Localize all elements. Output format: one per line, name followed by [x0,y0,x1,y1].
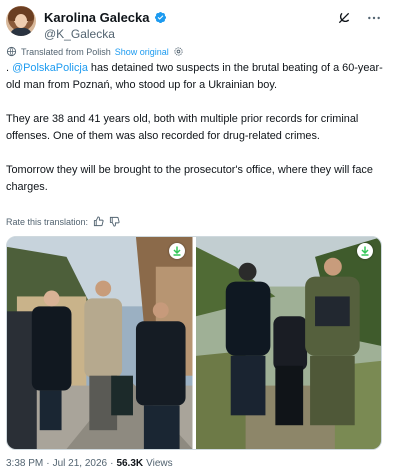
meta-separator: · [46,458,50,469]
tweet-meta: 3:38 PM · Jul 21, 2026 · 56.3K Views [6,458,173,469]
avatar[interactable] [6,6,36,36]
author-name-row[interactable]: Karolina Galecka [44,10,167,25]
views-count: 56.3K [116,458,144,469]
mention-link[interactable]: @PolskaPolicja [12,62,88,74]
translation-notice: Translated from Polish Show original [6,46,184,57]
tweet-body: . @PolskaPolicja has detained two suspec… [6,60,392,196]
media-gallery [6,236,382,450]
download-badge[interactable] [357,243,373,259]
tweet-header: Karolina Galecka @K_Galecka [6,6,392,46]
translated-label: Translated from Polish [21,46,111,57]
tweet-paragraph-2: They are 38 and 41 years old, both with … [6,113,359,142]
tweet-paragraph-1: . @PolskaPolicja has detained two suspec… [6,60,392,94]
photo-2-image [195,237,381,449]
verified-badge-icon [154,11,166,24]
media-photo-1[interactable] [7,237,193,449]
media-photo-2[interactable] [195,237,381,449]
thumbs-up-icon[interactable] [93,216,104,227]
show-original-link[interactable]: Show original [115,47,169,57]
author-display-name[interactable]: Karolina Galecka [44,10,150,25]
settings-icon[interactable] [173,46,184,57]
globe-icon [6,46,17,57]
rate-label: Rate this translation: [6,216,89,227]
download-badge[interactable] [168,243,185,259]
author-handle[interactable]: @K_Galecka [44,27,115,41]
download-icon [361,246,369,256]
rate-translation: Rate this translation: [6,216,120,227]
meta-separator: · [110,458,114,469]
thumbs-down-icon[interactable] [109,216,120,227]
tweet-time[interactable]: 3:38 PM [6,458,43,469]
tweet-date[interactable]: Jul 21, 2026 [53,458,108,469]
photo-1-image [7,237,193,449]
views-label: Views [146,458,173,469]
download-icon [172,246,181,256]
more-icon[interactable] [366,10,382,26]
tweet-paragraph-3: Tomorrow they will be brought to the pro… [6,164,373,193]
grok-icon[interactable] [336,10,352,26]
